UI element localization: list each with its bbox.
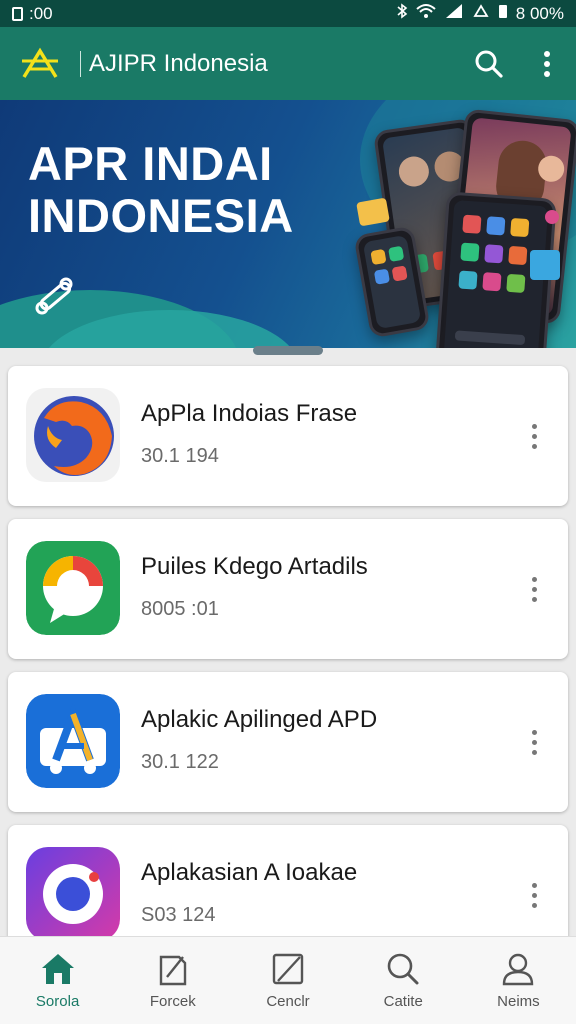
app-meta: 30.1 194: [141, 445, 219, 467]
status-time: :00: [29, 3, 53, 23]
banner-heading: APR INDAI INDONESIA: [28, 138, 294, 242]
notification-icon: [12, 6, 23, 21]
wrench-icon: [30, 272, 78, 325]
more-vert-icon[interactable]: [522, 416, 546, 456]
search-button[interactable]: [460, 27, 518, 100]
nav-label: Sorola: [35, 993, 80, 1010]
app-store-icon: [26, 694, 120, 788]
app-name: Aplakasian A Ioakae: [141, 859, 358, 886]
sync-icon: [472, 3, 490, 24]
nav-label: Catite: [383, 993, 423, 1010]
overflow-menu-button[interactable]: [518, 27, 576, 100]
list-item[interactable]: ApPla Indoias Frase 30.1 194: [8, 366, 568, 506]
app-meta: 30.1 122: [141, 751, 219, 773]
note-icon: [272, 953, 304, 985]
search-icon: [475, 50, 503, 78]
browser-fox-icon: [26, 388, 120, 482]
app-title: AJIPR Indonesia: [89, 49, 268, 77]
nav-item-note[interactable]: Cenclr: [230, 937, 345, 1024]
nav-label: Cenclr: [266, 993, 310, 1010]
status-bar: :00 8 00%: [0, 0, 576, 27]
app-bar: AJIPR Indonesia: [0, 27, 576, 100]
nav-item-edit[interactable]: Forcek: [115, 937, 230, 1024]
app-meta: 8005 :01: [141, 598, 219, 620]
nav-item-search[interactable]: Catite: [346, 937, 461, 1024]
banner-heading-line1: APR INDAI: [28, 137, 273, 190]
search-icon: [387, 953, 419, 985]
signal-icon: [444, 3, 464, 24]
app-name: Aplakic Apilinged APD: [141, 706, 378, 733]
profile-icon: [503, 953, 534, 986]
bottom-navigation: Sorola Forcek Cenclr Catite Neims: [0, 936, 576, 1024]
wifi-icon: [416, 3, 436, 24]
nav-label: Forcek: [149, 993, 196, 1010]
bluetooth-icon: [396, 3, 408, 24]
app-meta: S03 124: [141, 904, 216, 926]
battery-percent: 8 00%: [515, 3, 564, 23]
more-vert-icon[interactable]: [522, 875, 546, 915]
banner-heading-line2: INDONESIA: [28, 189, 294, 242]
nav-label: Neims: [497, 993, 540, 1010]
app-name: ApPla Indoias Frase: [141, 400, 358, 427]
more-vert-icon[interactable]: [522, 722, 546, 762]
nav-item-profile[interactable]: Neims: [461, 937, 576, 1024]
app-logo-icon[interactable]: [0, 27, 80, 100]
list-item[interactable]: Puiles Kdego Artadils 8005 :01: [8, 519, 568, 659]
hero-banner[interactable]: APR INDAI INDONESIA: [0, 100, 576, 348]
more-vert-icon[interactable]: [522, 569, 546, 609]
title-divider: [80, 50, 81, 77]
more-vert-icon: [544, 50, 550, 77]
battery-icon: [498, 3, 508, 24]
drag-handle[interactable]: [253, 346, 323, 355]
camera-lens-icon: [26, 847, 120, 941]
chat-bubble-icon: [26, 541, 120, 635]
app-name: Puiles Kdego Artadils: [141, 553, 368, 580]
edit-icon: [159, 955, 186, 986]
home-icon: [41, 954, 74, 984]
list-item[interactable]: Aplakic Apilinged APD 30.1 122: [8, 672, 568, 812]
nav-item-home[interactable]: Sorola: [0, 937, 115, 1024]
